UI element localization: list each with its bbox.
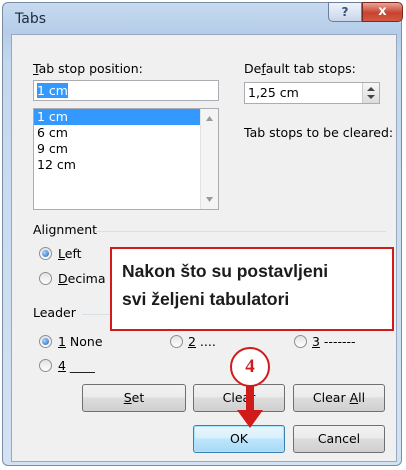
leader-none-radio[interactable] bbox=[39, 335, 52, 348]
leader-underline-label: 4 ____ bbox=[58, 358, 95, 373]
alignment-left-label: Left bbox=[58, 246, 82, 261]
help-button[interactable]: ? bbox=[328, 2, 362, 22]
arrow-down-icon bbox=[237, 386, 263, 428]
leader-underline-radio[interactable] bbox=[39, 359, 52, 372]
leader-dots-label: 2 .... bbox=[188, 334, 216, 349]
annotation-line-2: svi željeni tabulatori bbox=[122, 289, 290, 309]
leader-group-title: Leader bbox=[33, 305, 76, 320]
annotation-callout: Nakon što su postavljeni svi željeni tab… bbox=[110, 247, 394, 331]
alignment-decimal-label: Decima bbox=[58, 271, 106, 286]
annotation-line-1: Nakon što su postavljeni bbox=[122, 261, 329, 281]
alignment-decimal-radio[interactable] bbox=[39, 272, 52, 285]
leader-dashes-radio[interactable] bbox=[294, 335, 307, 348]
close-button[interactable]: x bbox=[362, 2, 403, 22]
alignment-divider bbox=[96, 231, 386, 232]
list-scrollbar[interactable] bbox=[200, 109, 218, 209]
leader-dots-radio[interactable] bbox=[170, 335, 183, 348]
list-item[interactable]: 6 cm bbox=[34, 125, 218, 141]
dialog-title: Tabs bbox=[15, 11, 46, 27]
set-button[interactable]: Set bbox=[82, 384, 186, 412]
step-number-badge: 4 bbox=[230, 347, 270, 387]
close-icon: x bbox=[378, 4, 387, 19]
help-icon: ? bbox=[341, 5, 349, 19]
clear-all-button[interactable]: Clear All bbox=[293, 384, 385, 412]
default-tab-stops-label: Default tab stops: bbox=[244, 61, 356, 76]
list-item[interactable]: 9 cm bbox=[34, 141, 218, 157]
list-item[interactable]: 12 cm bbox=[34, 157, 218, 173]
tab-stop-position-input[interactable]: 1 cm bbox=[33, 80, 219, 101]
default-tab-stops-spinner[interactable]: 1,25 cm bbox=[244, 82, 380, 104]
list-item[interactable]: 1 cm bbox=[34, 109, 218, 125]
cancel-button[interactable]: Cancel bbox=[293, 425, 385, 453]
spinner-arrows[interactable] bbox=[362, 83, 379, 103]
leader-dashes-label: 3 ------- bbox=[312, 334, 356, 349]
title-bar: Tabs ? x bbox=[3, 2, 403, 33]
tab-stop-list[interactable]: 1 cm 6 cm 9 cm 12 cm bbox=[33, 108, 219, 210]
tabs-dialog: Tabs ? x Tab stop position: 1 cm 1 cm 6 … bbox=[2, 2, 403, 466]
alignment-left-radio[interactable] bbox=[39, 247, 52, 260]
default-tab-stops-value: 1,25 cm bbox=[248, 85, 299, 100]
tab-stop-position-label: Tab stop position: bbox=[33, 61, 143, 76]
tab-stops-to-be-cleared-label: Tab stops to be cleared: bbox=[244, 125, 394, 140]
scroll-arrows-icon bbox=[206, 116, 213, 202]
spinner-arrows-icon bbox=[367, 87, 375, 99]
alignment-group-title: Alignment bbox=[33, 222, 98, 237]
leader-none-label: 1 None bbox=[58, 334, 103, 349]
